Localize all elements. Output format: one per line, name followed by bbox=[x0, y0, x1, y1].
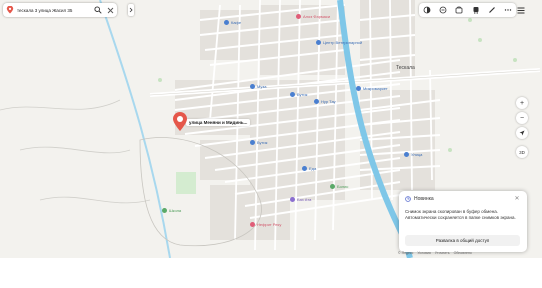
close-icon[interactable] bbox=[105, 5, 115, 15]
ruler-icon[interactable] bbox=[487, 5, 497, 15]
yandex-maps-logo bbox=[6, 6, 14, 14]
close-icon[interactable]: ✕ bbox=[513, 195, 521, 203]
poi-street[interactable]: Улица bbox=[404, 152, 422, 157]
search-bar[interactable]: тескала 3 улица Жасил 35 bbox=[3, 3, 117, 17]
notification-header: Новинка bbox=[405, 196, 434, 202]
search-input[interactable]: тескала 3 улица Жасил 35 bbox=[17, 8, 93, 13]
shop-icon bbox=[356, 86, 361, 91]
marker-label: улица Меняни и Мидинь... bbox=[186, 118, 251, 126]
snip-tool-icon bbox=[405, 196, 411, 202]
cafe-icon bbox=[224, 20, 229, 25]
location-pin-icon bbox=[172, 112, 188, 132]
notification-title: Новинка bbox=[414, 196, 434, 202]
more-icon[interactable] bbox=[503, 5, 513, 15]
food-icon bbox=[302, 166, 307, 171]
poi-school[interactable]: Школа bbox=[162, 208, 181, 213]
poi-food[interactable]: Еда bbox=[302, 166, 316, 171]
poi-bolis[interactable]: Болис bbox=[330, 184, 348, 189]
traffic-icon[interactable] bbox=[438, 5, 448, 15]
footer-item[interactable]: © Яндекс bbox=[398, 251, 413, 255]
selected-place-marker[interactable]: улица Меняни и Мидинь... bbox=[172, 112, 251, 132]
footer-item[interactable]: Условия bbox=[417, 251, 430, 255]
hospital-icon bbox=[330, 184, 335, 189]
footer-item[interactable]: Уточнить bbox=[435, 251, 450, 255]
sidebar-toggle-button[interactable] bbox=[128, 4, 134, 16]
town-label: Тескала bbox=[396, 65, 415, 71]
share-button[interactable]: Развалка в общий доступ bbox=[405, 235, 520, 246]
poi-cafe[interactable]: Кафе bbox=[224, 20, 241, 25]
shop-icon bbox=[314, 99, 319, 104]
zoom-in-button[interactable]: + bbox=[516, 97, 528, 109]
poi-boutique-1[interactable]: Бутик bbox=[290, 92, 307, 97]
my-location-button[interactable] bbox=[516, 127, 528, 139]
transport-icon[interactable] bbox=[471, 5, 481, 15]
shop-icon bbox=[290, 197, 295, 202]
shop-icon bbox=[290, 92, 295, 97]
pharmacy-icon bbox=[250, 222, 255, 227]
poi-museum[interactable]: Муза bbox=[250, 84, 266, 89]
poi-nefrit[interactable]: Нефрит Реку bbox=[250, 222, 281, 227]
zoom-out-button[interactable]: − bbox=[516, 112, 528, 124]
search-icon[interactable] bbox=[93, 5, 103, 15]
poi-nur-tau[interactable]: Нур Тау bbox=[314, 99, 336, 104]
school-icon bbox=[162, 208, 167, 213]
3d-mode-button[interactable]: 3D bbox=[516, 146, 528, 158]
screenshot-notification: Новинка ✕ Снимок экрана скопирован в буф… bbox=[399, 191, 527, 252]
poi-baz-ata[interactable]: Баз Ата bbox=[290, 197, 311, 202]
layers-icon[interactable] bbox=[422, 5, 432, 15]
footer-item[interactable]: Обновлено bbox=[454, 251, 472, 255]
map-footer: © Яндекс Условия Уточнить Обновлено bbox=[398, 251, 472, 255]
vet-icon bbox=[316, 40, 321, 45]
notification-body: Снимок экрана скопирован в буфер обмена.… bbox=[405, 209, 516, 220]
poi-pharmacy[interactable]: Алоэ Фармаси bbox=[296, 14, 330, 19]
museum-icon bbox=[250, 84, 255, 89]
menu-icon[interactable] bbox=[516, 5, 526, 15]
poi-micromarket[interactable]: Микромаркет bbox=[356, 86, 388, 91]
bus-stop-icon bbox=[404, 152, 409, 157]
map-toolbar bbox=[419, 3, 516, 17]
chevron-right-icon bbox=[129, 7, 133, 13]
poi-vet-center[interactable]: Центр Ветеринарной bbox=[316, 40, 362, 45]
panorama-icon[interactable] bbox=[454, 5, 464, 15]
shop-icon bbox=[250, 140, 255, 145]
navigation-arrow-icon bbox=[519, 130, 525, 136]
pharmacy-icon bbox=[296, 14, 301, 19]
poi-boutique-2[interactable]: Бутик bbox=[250, 140, 267, 145]
